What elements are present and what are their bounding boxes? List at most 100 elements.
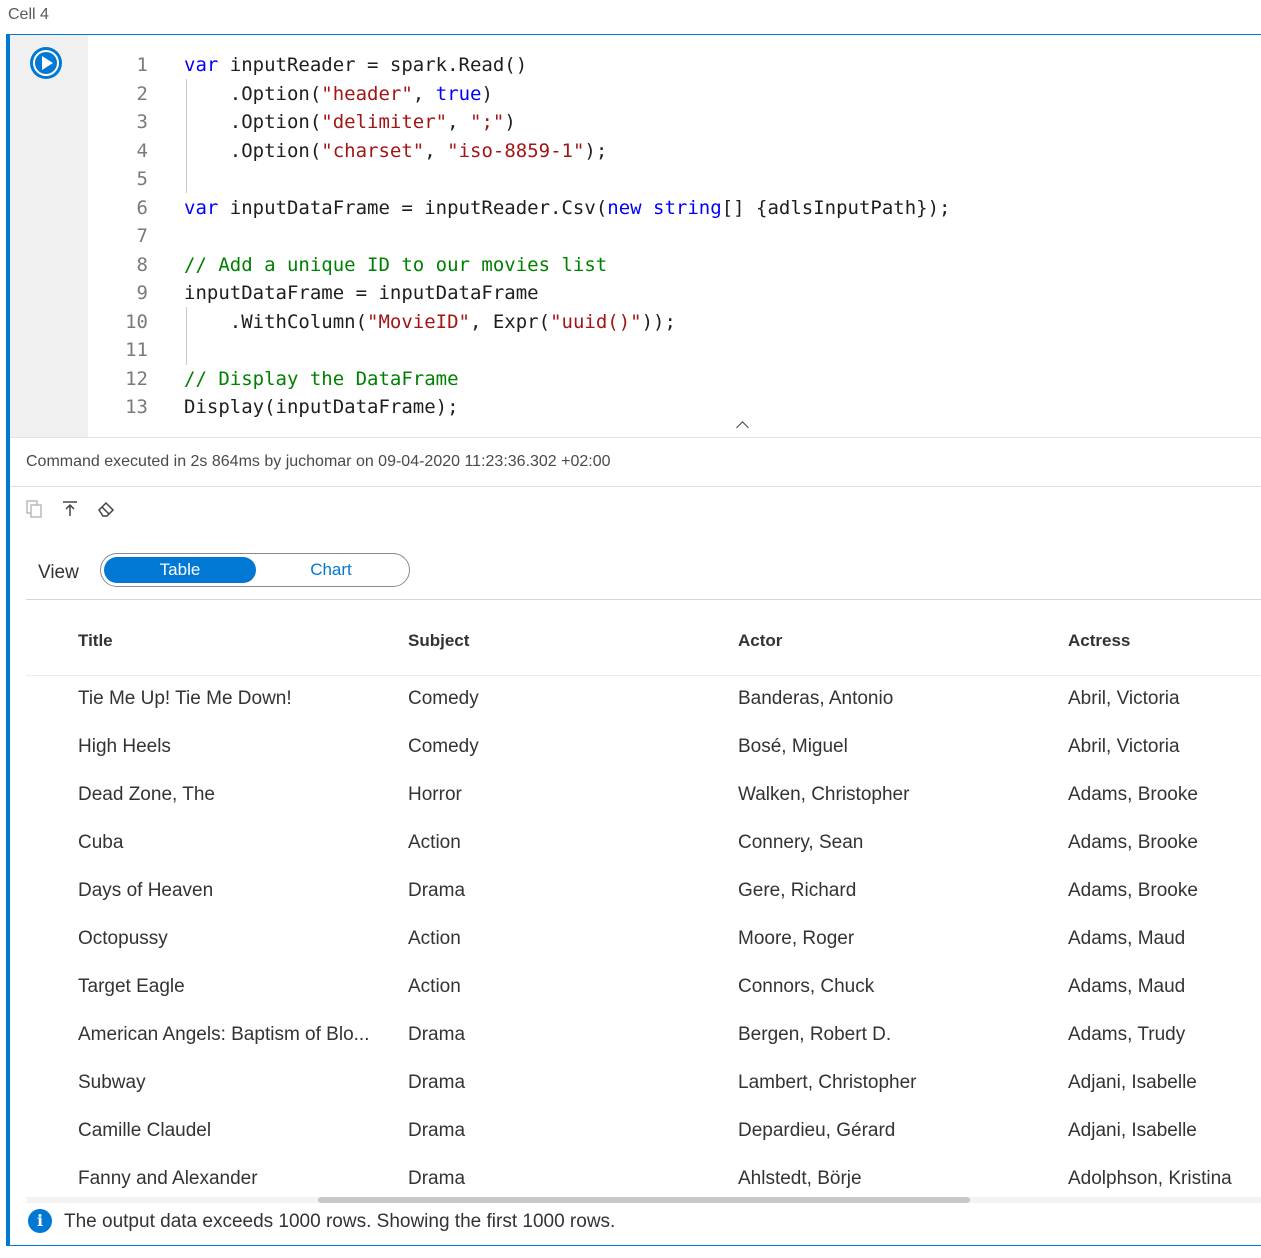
column-header-actor[interactable]: Actor	[738, 631, 782, 651]
code-token: ";"	[470, 111, 505, 133]
table-row[interactable]: Subway Drama Lambert, Christopher Adjani, I…	[26, 1060, 1261, 1108]
code-line[interactable]: 13 Display(inputDataFrame);	[88, 393, 950, 422]
table-cell: Cuba	[78, 832, 124, 853]
table-cell: Adjani, Isabelle	[1068, 1120, 1197, 1141]
code-token: inputReader = spark.Read()	[218, 54, 528, 76]
code-token: [] {adlsInputPath});	[721, 196, 951, 219]
table-cell: Lambert, Christopher	[738, 1072, 917, 1093]
horizontal-scrollbar[interactable]	[318, 1197, 970, 1203]
code-token: .Option(	[184, 111, 322, 133]
table-cell: Abril, Victoria	[1068, 736, 1180, 757]
code-token: "iso-8859-1"	[447, 139, 585, 162]
table-row[interactable]: High Heels Comedy Bosé, Miguel Abril, Victo…	[26, 724, 1261, 772]
line-number: 3	[136, 111, 148, 133]
table-cell: Camille Claudel	[78, 1120, 212, 1141]
table-header: Title Subject Actor Actress	[26, 617, 1261, 676]
code-token: inputDataFrame = inputReader.Csv(	[218, 196, 608, 219]
code-token: ,	[447, 111, 471, 133]
table-row[interactable]: Target Eagle Action Connors, Chuck Adams, M…	[26, 964, 1261, 1012]
table-cell: Adams, Brooke	[1068, 784, 1198, 805]
line-number: 1	[136, 54, 148, 76]
table-cell: Dead Zone, The	[78, 784, 215, 805]
code-line[interactable]: 5	[88, 165, 950, 194]
code-line[interactable]: 6 var inputDataFrame = inputReader.Csv(ne…	[88, 194, 951, 223]
view-option-chart[interactable]: Chart	[255, 557, 407, 583]
cell-label: Cell 4	[8, 6, 49, 23]
table-row[interactable]: Days of Heaven Drama Gere, Richard Adams, B…	[26, 868, 1261, 916]
table-cell: Adams, Brooke	[1068, 832, 1198, 853]
code-line[interactable]: 3 .Option("delimiter", ";")	[88, 108, 950, 137]
code-line[interactable]: 10 .WithColumn("MovieID", Expr("uuid()")…	[88, 308, 950, 337]
view-toggle: Table Chart	[100, 553, 410, 587]
run-cell-button[interactable]	[30, 47, 62, 79]
code-token: ,	[424, 139, 448, 162]
table-row[interactable]: Dead Zone, The Horror Walken, Christopher A…	[26, 772, 1261, 820]
table-cell: Tie Me Up! Tie Me Down!	[78, 688, 292, 709]
code-token: // Add a unique ID to our movies list	[184, 253, 608, 276]
line-number: 2	[136, 82, 148, 105]
code-line[interactable]: 8 // Add a unique ID to our movies list	[88, 251, 950, 280]
code-line[interactable]: 2 .Option("header", true)	[88, 80, 950, 109]
line-number: 4	[136, 139, 148, 162]
code-line[interactable]: 4 .Option("charset", "iso-8859-1");	[88, 137, 950, 166]
line-number: 8	[136, 253, 148, 276]
column-header-actress[interactable]: Actress	[1068, 631, 1130, 651]
code-token: var	[184, 196, 219, 219]
code-token: ,	[412, 82, 436, 105]
view-option-table[interactable]: Table	[104, 557, 256, 583]
code-line[interactable]: 11	[88, 336, 950, 365]
copy-icon[interactable]	[24, 499, 44, 519]
eraser-icon[interactable]	[96, 499, 116, 519]
info-icon: i	[28, 1209, 52, 1233]
table-cell: Comedy	[408, 736, 479, 757]
results-table: Title Subject Actor Actress Tie Me Up! T…	[26, 617, 1261, 1204]
table-cell: Bergen, Robert D.	[738, 1024, 892, 1045]
table-cell: Adolphson, Kristina	[1068, 1168, 1232, 1189]
table-cell: Walken, Christopher	[738, 784, 910, 805]
line-number: 11	[125, 339, 148, 361]
code-token: ));	[641, 310, 676, 333]
column-header-title[interactable]: Title	[78, 631, 113, 651]
divider	[10, 486, 1261, 487]
code-line[interactable]: 1 var inputReader = spark.Read()	[88, 51, 950, 80]
chevron-up-icon[interactable]	[736, 419, 748, 431]
code-token: "MovieID"	[367, 310, 470, 333]
code-line[interactable]: 7	[88, 222, 950, 251]
code-token: .WithColumn(	[184, 310, 368, 333]
table-cell: American Angels: Baptism of Blo...	[78, 1024, 370, 1045]
table-cell: Action	[408, 928, 461, 949]
line-number: 7	[136, 225, 148, 247]
table-row[interactable]: Camille Claudel Drama Depardieu, Gérard Adj…	[26, 1108, 1261, 1156]
table-row[interactable]: Tie Me Up! Tie Me Down! Comedy Banderas, A…	[26, 676, 1261, 724]
table-cell: Adams, Maud	[1068, 928, 1186, 949]
code-token: "charset"	[321, 139, 425, 162]
column-header-subject[interactable]: Subject	[408, 631, 469, 651]
table-cell: Adams, Brooke	[1068, 880, 1198, 901]
table-cell: Horror	[408, 784, 462, 805]
table-cell: Fanny and Alexander	[78, 1168, 258, 1189]
table-cell: Depardieu, Gérard	[738, 1120, 896, 1141]
code-token: true	[435, 82, 482, 105]
table-row[interactable]: Octopussy Action Moore, Roger Adams, Maud	[26, 916, 1261, 964]
line-number: 5	[136, 168, 148, 190]
line-number: 9	[136, 282, 148, 304]
code-token: .Option(	[184, 82, 322, 105]
code-editor[interactable]: 1 var inputReader = spark.Read() 2 .Option…	[10, 35, 1261, 438]
code-token: var	[184, 54, 219, 76]
code-area[interactable]: 1 var inputReader = spark.Read() 2 .Option…	[88, 51, 950, 422]
notebook-cell[interactable]: 1 var inputReader = spark.Read() 2 .Option…	[6, 34, 1261, 1246]
table-cell: Octopussy	[78, 928, 168, 949]
table-cell: Action	[408, 832, 461, 853]
code-line[interactable]: 9 inputDataFrame = inputDataFrame	[88, 279, 950, 308]
table-cell: Days of Heaven	[78, 880, 214, 901]
view-label: View	[38, 562, 79, 583]
table-row[interactable]: Cuba Action Connery, Sean Adams, Brooke	[26, 820, 1261, 868]
code-token: , Expr(	[469, 310, 551, 333]
code-token: Display(inputDataFrame);	[184, 396, 459, 418]
table-row[interactable]: American Angels: Baptism of Blo... Drama B…	[26, 1012, 1261, 1060]
line-number: 13	[125, 396, 148, 418]
code-line[interactable]: 12 // Display the DataFrame	[88, 365, 950, 394]
table-cell: Adams, Trudy	[1068, 1024, 1186, 1045]
export-icon[interactable]	[60, 499, 80, 519]
table-cell: Action	[408, 976, 461, 997]
